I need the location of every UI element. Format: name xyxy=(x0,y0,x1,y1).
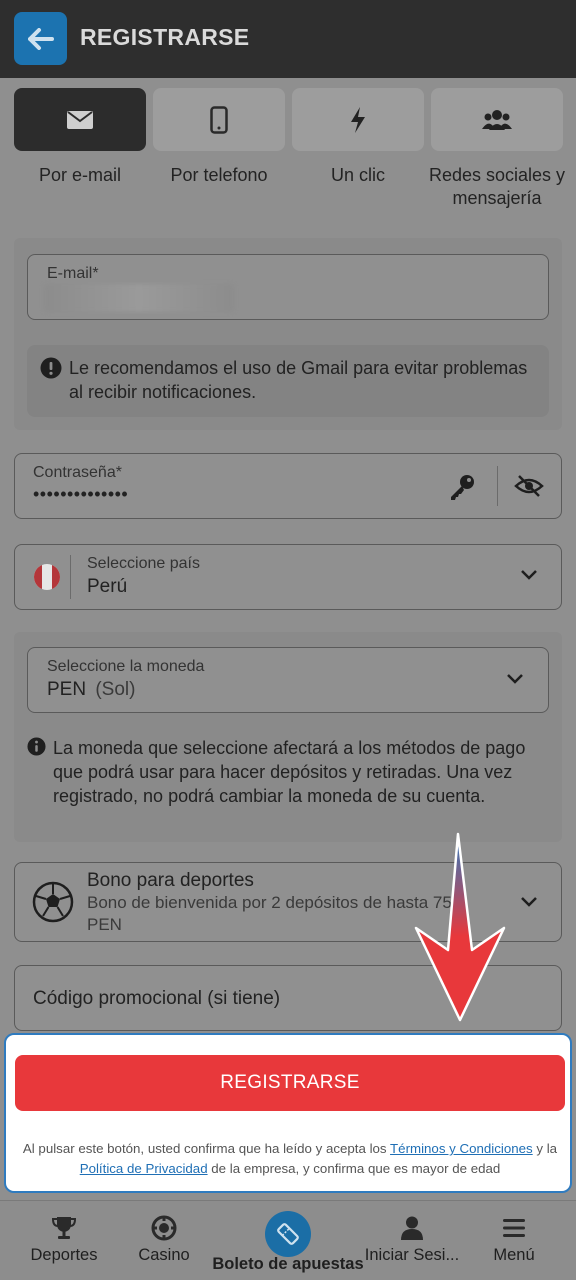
bottom-nav: Deportes Casino Boleto de apuestas Inici… xyxy=(0,1200,576,1280)
tab-email[interactable] xyxy=(14,88,146,151)
privacy-link[interactable]: Política de Privacidad xyxy=(80,1161,208,1176)
bonus-title: Bono para deportes xyxy=(87,870,254,891)
email-value-redacted xyxy=(44,284,234,312)
key-icon[interactable] xyxy=(448,472,478,502)
soccer-ball-icon xyxy=(32,881,74,923)
tab-phone-label: Por telefono xyxy=(170,165,268,185)
legal-text-post: de la empresa, y confirma que es mayor d… xyxy=(207,1161,501,1176)
envelope-icon xyxy=(67,110,93,129)
email-label: E-mail* xyxy=(47,265,99,282)
gmail-note-text: Le recomendamos el uso de Gmail para evi… xyxy=(69,358,528,402)
page-title: REGISTRARSE xyxy=(80,24,250,50)
terms-link[interactable]: Términos y Condiciones xyxy=(390,1141,533,1156)
register-panel: REGISTRARSE Al pulsar este botón, usted … xyxy=(4,1033,572,1193)
country-label: Seleccione país xyxy=(87,555,200,572)
nav-login[interactable]: Iniciar Sesi... xyxy=(362,1201,462,1280)
legal-text: Al pulsar este botón, usted confirma que… xyxy=(14,1139,566,1179)
chevron-down-icon xyxy=(521,570,537,580)
ticket-icon xyxy=(277,1223,299,1245)
alert-icon xyxy=(40,357,62,379)
tab-social[interactable] xyxy=(431,88,563,151)
currency-select[interactable]: Seleccione la moneda PEN (Sol) xyxy=(27,647,549,713)
currency-label: Seleccione la moneda xyxy=(47,658,205,675)
currency-code-text: PEN xyxy=(47,679,87,700)
betslip-badge xyxy=(265,1211,311,1257)
currency-note-text: La moneda que seleccione afectará a los … xyxy=(53,738,526,806)
nav-login-label: Iniciar Sesi... xyxy=(364,1246,460,1264)
lightning-icon xyxy=(351,106,365,133)
nav-casino-label: Casino xyxy=(138,1246,190,1264)
gmail-note: Le recomendamos el uso de Gmail para evi… xyxy=(27,345,549,417)
nav-casino[interactable]: Casino xyxy=(114,1201,214,1280)
country-select[interactable]: Seleccione país Perú xyxy=(14,544,562,610)
menu-icon xyxy=(503,1219,525,1237)
password-label: Contraseña* xyxy=(33,464,122,481)
user-icon xyxy=(401,1216,423,1240)
country-divider xyxy=(70,555,71,599)
nav-menu[interactable]: Menú xyxy=(466,1201,562,1280)
legal-text-mid: y la xyxy=(532,1141,558,1156)
tab-phone[interactable] xyxy=(153,88,285,151)
casino-chip-icon xyxy=(151,1215,177,1241)
eye-slash-icon[interactable] xyxy=(514,474,544,498)
password-divider xyxy=(497,466,498,506)
chevron-down-icon xyxy=(521,897,537,907)
trophy-icon xyxy=(51,1217,77,1239)
tab-one-click-label: Un clic xyxy=(330,165,385,185)
nav-sports-label: Deportes xyxy=(30,1246,98,1264)
nav-betslip[interactable]: Boleto de apuestas xyxy=(210,1201,366,1280)
info-icon xyxy=(27,737,46,756)
app-header: REGISTRARSE xyxy=(0,0,576,78)
currency-code: PEN (Sol) xyxy=(47,679,135,701)
nav-sports[interactable]: Deportes xyxy=(14,1201,114,1280)
tab-email-label: Por e-mail xyxy=(38,165,122,185)
tab-social-label: Redes sociales y mensajería xyxy=(428,165,566,208)
register-button[interactable]: REGISTRARSE xyxy=(15,1055,565,1111)
chevron-down-icon xyxy=(507,674,523,684)
currency-name-text: (Sol) xyxy=(95,679,136,700)
arrow-left-icon xyxy=(27,27,54,50)
users-icon xyxy=(482,109,512,130)
smartphone-icon xyxy=(210,105,228,134)
tab-one-click[interactable] xyxy=(292,88,424,151)
legal-text-pre: Al pulsar este botón, usted confirma que… xyxy=(22,1141,391,1156)
nav-menu-label: Menú xyxy=(493,1246,535,1264)
pointer-arrow-icon xyxy=(414,832,506,1022)
password-value: •••••••••••••• xyxy=(33,484,129,504)
promo-code-placeholder: Código promocional (si tiene) xyxy=(33,988,281,1009)
password-field[interactable]: Contraseña* •••••••••••••• xyxy=(14,453,562,519)
back-button[interactable] xyxy=(14,12,67,65)
country-value: Perú xyxy=(87,576,128,597)
nav-betslip-label: Boleto de apuestas xyxy=(212,1255,364,1273)
peru-flag-icon xyxy=(34,564,60,590)
